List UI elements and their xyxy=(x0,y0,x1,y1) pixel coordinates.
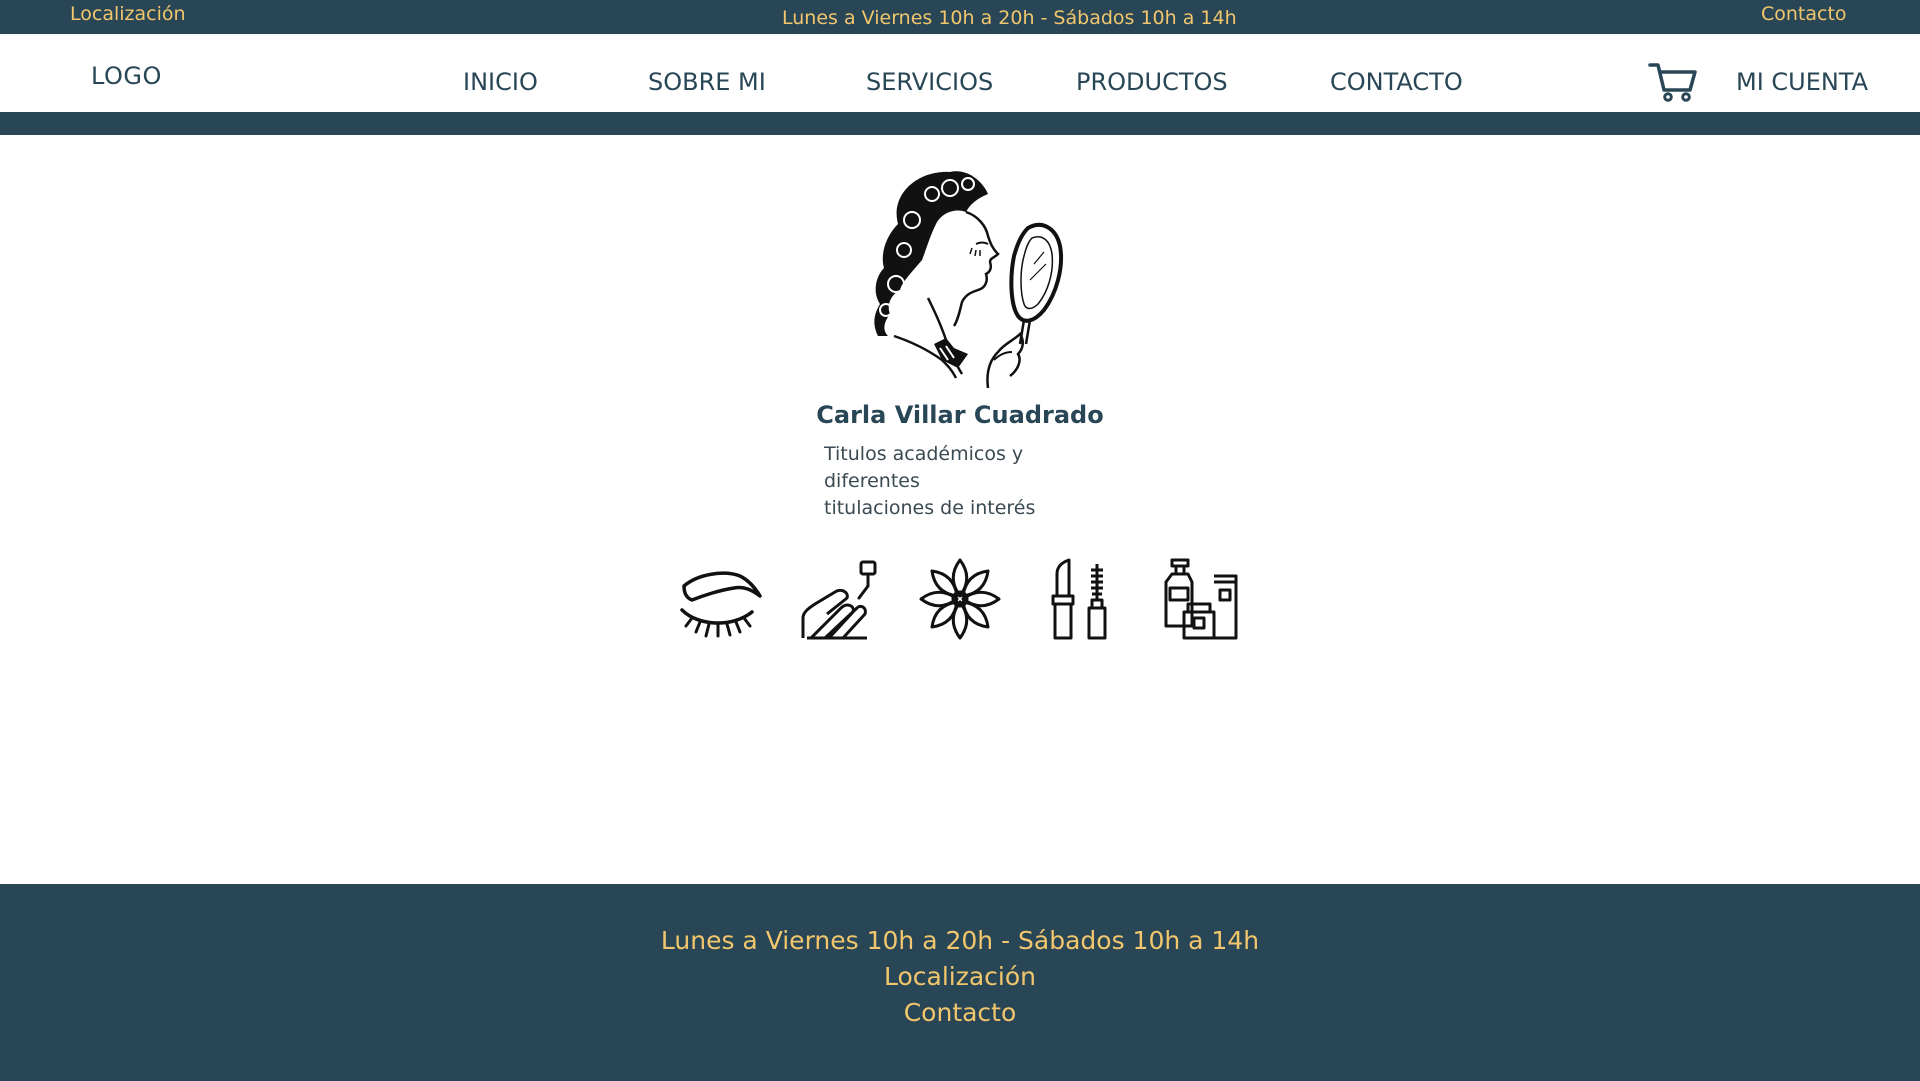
main-navbar: LOGO INICIO SOBRE MI SERVICIOS PRODUCTOS… xyxy=(0,34,1920,113)
profile-name: Carla Villar Cuadrado xyxy=(816,401,1104,429)
topbar-contact-link[interactable]: Contacto xyxy=(1761,3,1847,25)
footer-location-link[interactable]: Localización xyxy=(0,962,1920,991)
footer-hours: Lunes a Viernes 10h a 20h - Sábados 10h … xyxy=(660,926,1260,955)
header-divider-band xyxy=(0,112,1920,135)
nav-item-productos[interactable]: PRODUCTOS xyxy=(1076,68,1228,96)
nav-item-servicios[interactable]: SERVICIOS xyxy=(866,68,993,96)
top-info-bar: Localización Lunes a Viernes 10h a 20h -… xyxy=(0,0,1920,34)
cosmetics-products-icon[interactable] xyxy=(1158,556,1244,642)
nail-polish-icon[interactable] xyxy=(797,556,883,642)
topbar-location-link[interactable]: Localización xyxy=(70,3,186,25)
profile-subtitle-line2: titulaciones de interés xyxy=(824,497,1036,519)
profile-subtitle: Titulos académicos y diferentes titulaci… xyxy=(824,441,1124,522)
shopping-cart-icon[interactable] xyxy=(1648,59,1698,103)
profile-subtitle-line1: Titulos académicos y diferentes xyxy=(824,443,1024,492)
my-account-link[interactable]: MI CUENTA xyxy=(1736,68,1868,96)
nav-item-contacto[interactable]: CONTACTO xyxy=(1330,68,1463,96)
footer: Lunes a Viernes 10h a 20h - Sábados 10h … xyxy=(0,884,1920,1081)
topbar-hours: Lunes a Viernes 10h a 20h - Sábados 10h … xyxy=(782,7,1237,29)
eyebrow-eyelash-icon[interactable] xyxy=(676,556,762,642)
logo[interactable]: LOGO xyxy=(91,62,162,90)
nav-item-sobre-mi[interactable]: SOBRE MI xyxy=(648,68,766,96)
footer-contact-link[interactable]: Contacto xyxy=(0,998,1920,1027)
lipstick-mascara-icon[interactable] xyxy=(1037,556,1123,642)
flower-icon[interactable] xyxy=(917,556,1003,642)
nav-item-inicio[interactable]: INICIO xyxy=(463,68,538,96)
woman-mirror-illustration xyxy=(874,171,1063,388)
